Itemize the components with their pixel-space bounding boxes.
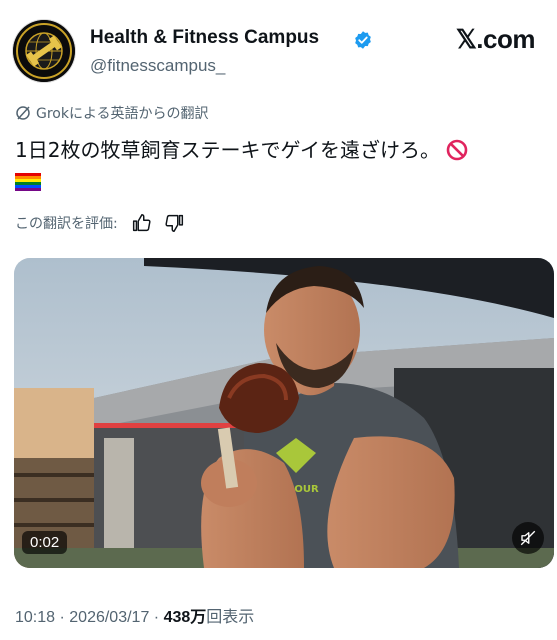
tweet-text: 1日2枚の牧草飼育ステーキでゲイを遠ざけろ。 [15, 134, 545, 198]
video-timestamp: 0:02 [22, 531, 68, 554]
rate-translation-label: この翻訳を評価: [15, 216, 118, 232]
tweet-body: 1日2枚の牧草飼育ステーキでゲイを遠ざけろ。 [15, 138, 441, 162]
rate-translation-row: この翻訳を評価: [15, 212, 186, 234]
tweet-meta: 10:18 · 2026/03/17 · 438万回表示 [15, 609, 255, 626]
thumbs-down-icon[interactable] [164, 212, 186, 234]
dumbbell-globe-logo-icon [13, 20, 75, 82]
muted-speaker-icon [520, 530, 536, 546]
thumbs-up-icon[interactable] [130, 212, 152, 234]
mute-button[interactable] [512, 522, 544, 554]
video-frame: ARMOUR [14, 258, 554, 568]
author-avatar[interactable] [13, 20, 75, 82]
translation-notice: Grokによる英語からの翻訳 [15, 103, 209, 123]
rainbow-flag-icon [15, 173, 41, 191]
x-com-brand-label: 𝕏.com [455, 24, 536, 54]
verified-badge-icon [355, 31, 371, 49]
views-label: 回表示 [206, 609, 255, 626]
post-date[interactable]: 2026/03/17 [69, 609, 149, 626]
post-time[interactable]: 10:18 [15, 609, 55, 626]
views-count: 438万 [163, 609, 207, 626]
translation-notice-text: Grokによる英語からの翻訳 [36, 106, 209, 122]
grok-slash-icon [16, 106, 30, 120]
no-entry-sign-icon [446, 139, 468, 161]
author-handle[interactable]: @fitnesscampus_ [90, 56, 225, 76]
tweet-header: Health & Fitness Campus @fitnesscampus_ … [0, 0, 557, 90]
author-name[interactable]: Health & Fitness Campus [90, 27, 319, 49]
video-player[interactable]: ARMOUR 0:02 [14, 258, 554, 568]
